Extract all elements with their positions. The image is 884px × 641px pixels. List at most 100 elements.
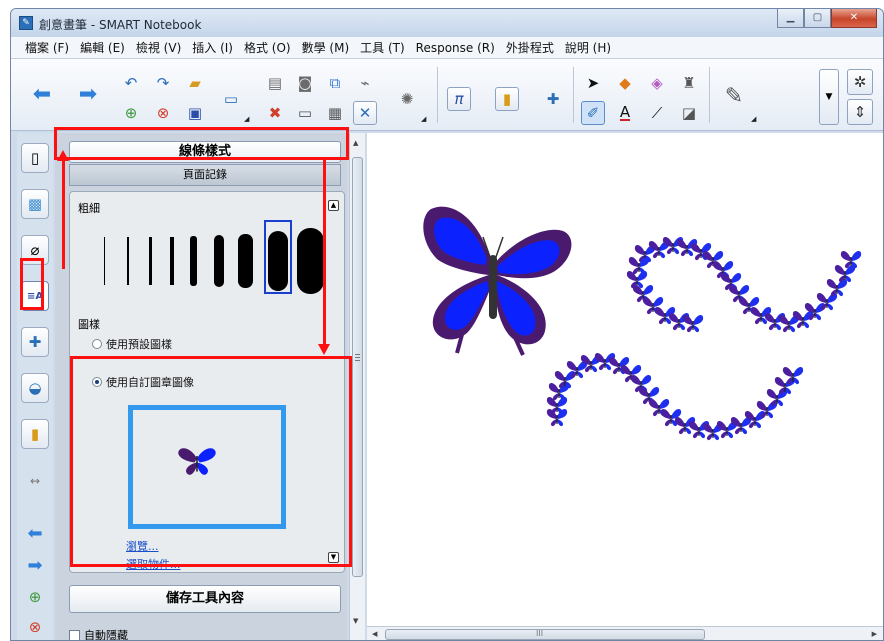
default-pattern-radio[interactable]: 使用預設圖樣	[92, 336, 172, 352]
menu-help[interactable]: 說明 (H)	[565, 39, 611, 56]
menu-file[interactable]: 檔案 (F)	[25, 39, 69, 56]
creative-pen-icon[interactable]: ✐	[581, 101, 605, 125]
clear-ink-icon[interactable]: ⌁	[353, 71, 377, 95]
minimize-button[interactable]: ▁	[777, 9, 804, 28]
open-file-icon[interactable]: ▰	[183, 71, 207, 95]
auto-hide-label: 自動隱藏	[84, 629, 128, 641]
menu-view[interactable]: 檢視 (V)	[136, 39, 181, 56]
annotation-line	[323, 159, 326, 345]
math-icon[interactable]: π	[447, 87, 471, 111]
add-page-icon[interactable]: ⊕	[23, 585, 47, 609]
canvas-drawing	[423, 206, 862, 441]
large-butterfly-icon[interactable]	[423, 206, 572, 356]
addons-icon[interactable]: ✚	[21, 327, 49, 357]
thickness-option[interactable]	[104, 237, 105, 285]
eraser-tool-icon[interactable]: ◪	[677, 101, 701, 125]
lesson-activity-icon[interactable]: ◒	[21, 373, 49, 403]
previous-page-icon[interactable]: ⬅	[23, 521, 47, 545]
capture-icon[interactable]: ◙	[293, 71, 317, 95]
menu-tools[interactable]: 工具 (T)	[360, 39, 405, 56]
delete-page-side-icon[interactable]: ⊗	[23, 615, 47, 639]
gear-icon[interactable]: ✲	[847, 69, 873, 95]
redo-icon[interactable]: ↷	[151, 71, 175, 95]
collapse-up-icon[interactable]: ▲	[328, 200, 339, 211]
toolbar-separator	[709, 67, 710, 123]
screen-shade-icon[interactable]: ▭	[219, 87, 243, 111]
table-icon[interactable]: ▭	[293, 101, 317, 125]
response-tab-icon[interactable]: ▮	[21, 419, 49, 449]
addon-icon[interactable]: ✚	[541, 87, 565, 111]
pattern-label: 圖樣	[78, 318, 100, 331]
menu-addons[interactable]: 外掛程式	[506, 39, 554, 56]
magic-pen-dropdown-icon[interactable]: ◢	[421, 115, 426, 123]
radio-dot[interactable]	[92, 339, 102, 349]
undo-icon[interactable]: ↶	[119, 71, 143, 95]
auto-hide-checkbox[interactable]: 自動隱藏	[69, 627, 128, 641]
shapes-icon[interactable]: ◆	[613, 71, 637, 95]
thickness-option[interactable]	[297, 228, 324, 294]
thickness-option[interactable]	[268, 231, 288, 291]
delete-icon[interactable]: ✖	[263, 101, 287, 125]
screen-shade-dropdown-icon[interactable]: ◢	[244, 115, 249, 123]
thickness-option[interactable]	[214, 235, 224, 287]
pen-properties-icon[interactable]: ✎	[719, 81, 749, 111]
menu-format[interactable]: 格式 (O)	[244, 39, 291, 56]
menu-edit[interactable]: 編輯 (E)	[80, 39, 125, 56]
menu-insert[interactable]: 插入 (I)	[192, 39, 233, 56]
gallery-icon[interactable]: ▩	[21, 189, 49, 219]
text-icon[interactable]: A	[613, 101, 637, 125]
move-toolbar-icon[interactable]: ⇕	[847, 99, 873, 125]
forward-arrow-icon[interactable]: ➡	[73, 79, 103, 109]
grid-table-icon[interactable]: ▦	[323, 101, 347, 125]
thickness-option[interactable]	[149, 237, 152, 285]
thickness-option[interactable]	[238, 234, 253, 288]
screen-capture-icon[interactable]: ⧉	[323, 71, 347, 95]
side-tab-strip: ▯ ▩ ⌀ ≡A ✚ ◒ ▮ ↔ ⬅ ➡ ⊕ ⊗	[17, 133, 53, 640]
scroll-down-icon[interactable]: ▼	[353, 617, 358, 625]
close-button[interactable]: ✕	[831, 9, 877, 28]
grip-glyph: III	[536, 629, 544, 638]
close-panel-icon[interactable]: ✕	[353, 101, 377, 125]
butterfly-stroke-lower[interactable]	[546, 353, 804, 441]
title-bar[interactable]: ✎ 創意畫筆 - SMART Notebook ▁ ▢ ✕	[11, 9, 883, 37]
pen-properties-dropdown-icon[interactable]: ◢	[751, 115, 756, 123]
annotation-box-custom-stamp	[70, 356, 352, 567]
notebook-icon: ✎	[19, 16, 33, 30]
annotation-box-properties-tab	[20, 258, 44, 310]
new-page-icon[interactable]: ⊕	[119, 101, 143, 125]
toolbar-dropdown-icon[interactable]: ▼	[819, 69, 839, 125]
thickness-label: 粗細	[78, 202, 100, 215]
move-panel-icon[interactable]: ↔	[23, 469, 47, 493]
save-icon[interactable]: ▣	[183, 101, 207, 125]
scroll-right-icon[interactable]: ▶	[872, 630, 877, 638]
scroll-left-icon[interactable]: ◀	[372, 630, 377, 638]
thickness-option[interactable]	[190, 236, 197, 286]
maximize-button[interactable]: ▢	[804, 9, 831, 28]
window-controls: ▁ ▢ ✕	[777, 9, 877, 29]
checkbox-box[interactable]	[69, 629, 80, 640]
scroll-thumb[interactable]	[352, 157, 363, 577]
fill-icon[interactable]: ♜	[677, 71, 701, 95]
horizontal-scroll-thumb[interactable]: III	[385, 629, 705, 640]
thickness-option[interactable]	[127, 237, 129, 285]
magic-pen-icon[interactable]: ✺	[395, 87, 419, 111]
paste-icon[interactable]: ▤	[263, 71, 287, 95]
canvas-horizontal-scrollbar[interactable]: ◀ III ▶	[367, 626, 883, 640]
eraser-icon[interactable]: ◈	[645, 71, 669, 95]
menu-math[interactable]: 數學 (M)	[302, 39, 350, 56]
menu-response[interactable]: Response (R)	[416, 41, 495, 55]
save-tool-button[interactable]: 儲存工具內容	[69, 585, 341, 613]
scroll-up-icon[interactable]: ▲	[353, 139, 358, 147]
toolbar-separator	[573, 67, 574, 123]
page-recording-tab[interactable]: 頁面記錄	[69, 164, 341, 186]
back-arrow-icon[interactable]: ⬅	[27, 79, 57, 109]
page-sorter-icon[interactable]: ▯	[21, 143, 49, 173]
thickness-option[interactable]	[170, 237, 174, 285]
butterfly-stroke-upper[interactable]	[626, 237, 862, 333]
line-icon[interactable]: ⟋	[645, 101, 669, 125]
delete-page-icon[interactable]: ⊗	[151, 101, 175, 125]
next-page-icon[interactable]: ➡	[23, 553, 47, 577]
select-arrow-icon[interactable]: ➤	[581, 71, 605, 95]
whiteboard-canvas[interactable]	[367, 133, 883, 626]
response-icon[interactable]: ▮	[495, 87, 519, 111]
